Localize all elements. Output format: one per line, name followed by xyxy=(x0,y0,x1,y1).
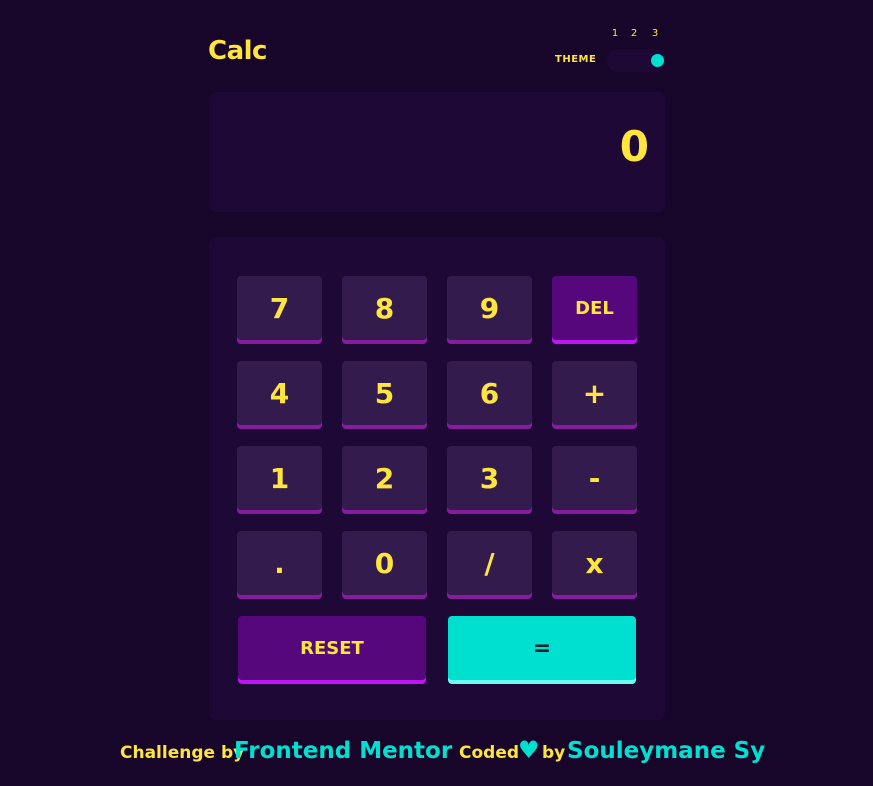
key-5[interactable]: 5 xyxy=(342,361,427,425)
heart-icon: ♥ xyxy=(518,736,540,764)
keypad: 7 8 9 DEL 4 5 6 + 1 2 3 - . 0 / x RESET … xyxy=(209,237,665,720)
key-1[interactable]: 1 xyxy=(237,446,322,510)
multiply-button[interactable]: x xyxy=(552,531,637,595)
challenge-prefix: Challenge by xyxy=(120,743,245,763)
theme-label: THEME xyxy=(555,54,597,65)
add-button[interactable]: + xyxy=(552,361,637,425)
divide-button[interactable]: / xyxy=(447,531,532,595)
app-title: Calc xyxy=(208,36,267,66)
coded-prefix: Coded xyxy=(459,743,520,763)
attribution-footer: Challenge by Frontend Mentor Coded ♥ by … xyxy=(0,734,873,774)
key-7[interactable]: 7 xyxy=(237,276,322,340)
author-link[interactable]: Souleymane Sy xyxy=(567,738,765,764)
theme-toggle-knob[interactable] xyxy=(651,54,664,67)
decimal-button[interactable]: . xyxy=(237,531,322,595)
key-4[interactable]: 4 xyxy=(237,361,322,425)
display-value: 0 xyxy=(619,122,649,171)
display-screen: 0 xyxy=(209,92,665,212)
key-2[interactable]: 2 xyxy=(342,446,427,510)
key-8[interactable]: 8 xyxy=(342,276,427,340)
key-9[interactable]: 9 xyxy=(447,276,532,340)
frontend-mentor-link[interactable]: Frontend Mentor xyxy=(234,738,452,764)
equals-button[interactable]: = xyxy=(448,616,636,680)
theme-option-1[interactable]: 1 xyxy=(610,28,620,39)
key-3[interactable]: 3 xyxy=(447,446,532,510)
delete-button[interactable]: DEL xyxy=(552,276,637,340)
theme-option-2[interactable]: 2 xyxy=(629,28,639,39)
key-6[interactable]: 6 xyxy=(447,361,532,425)
by-text: by xyxy=(542,743,566,763)
reset-button[interactable]: RESET xyxy=(238,616,426,680)
subtract-button[interactable]: - xyxy=(552,446,637,510)
key-0[interactable]: 0 xyxy=(342,531,427,595)
theme-option-3[interactable]: 3 xyxy=(650,28,660,39)
